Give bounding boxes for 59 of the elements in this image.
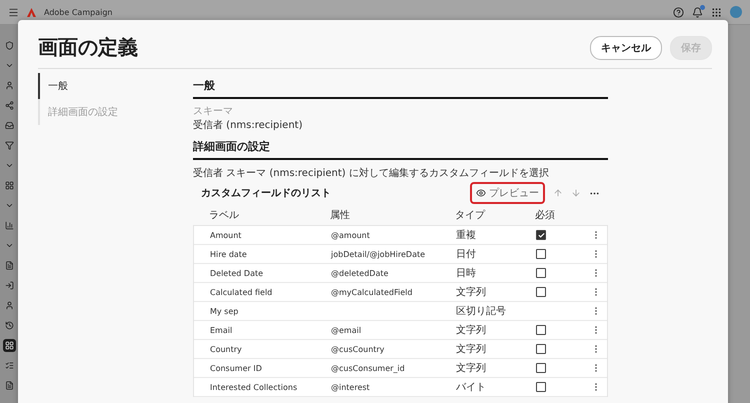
field-label: スキーマ — [193, 105, 234, 118]
checkbox[interactable] — [536, 249, 546, 259]
table-cell-text: @amount — [331, 230, 371, 240]
checkbox[interactable] — [536, 287, 546, 297]
table-cell-text: 文字列 — [456, 324, 487, 337]
table-cell-text: Consumer ID — [210, 364, 263, 372]
table-cell-text: My sep — [210, 306, 240, 316]
table-cell-text: @myCalculatedField — [331, 288, 414, 296]
checkbox[interactable] — [536, 363, 546, 373]
logo-icon — [27, 8, 36, 16]
list-title: カスタムフィールドのリスト — [201, 187, 332, 200]
checkbox[interactable] — [536, 230, 546, 240]
column-header: 属性 — [330, 208, 351, 222]
dialog-title: 画面の定義 — [38, 34, 139, 61]
table-cell-text: Hire date — [210, 250, 248, 258]
table-cell-text: 文字列 — [456, 286, 487, 299]
grid-icon[interactable] — [2, 339, 16, 352]
column-header: ラベル — [209, 209, 240, 222]
table-cell-text: 重複 — [456, 228, 477, 242]
section-heading: 一般 — [193, 73, 608, 99]
table-cell-text: Calculated field — [210, 288, 274, 296]
table-cell-text: 区切り記号 — [456, 304, 507, 318]
table-cell-text: @email — [331, 326, 362, 334]
product-name: Adobe Campaign — [44, 8, 112, 16]
column-header: 必須 — [535, 208, 556, 222]
table-cell-text: @cusConsumer_id — [331, 364, 406, 372]
nav-item[interactable]: 一般 — [38, 73, 193, 99]
table-cell-text: バイト — [456, 381, 487, 394]
help-icon[interactable] — [673, 6, 684, 18]
table-cell-text: @deletedDate — [331, 268, 390, 278]
table-cell-text: Interested Collections — [210, 382, 298, 392]
field-value: 受信者 (nms:recipient) — [193, 118, 304, 132]
filter-icon[interactable] — [2, 139, 16, 152]
cancel-button[interactable]: キャンセル — [590, 36, 662, 60]
checkbox[interactable] — [536, 344, 546, 354]
table-cell-text: @cusCountry — [331, 344, 386, 354]
table-cell-text: 文字列 — [456, 362, 487, 375]
preview-button[interactable]: プレビュー — [470, 182, 545, 204]
checkbox[interactable] — [536, 325, 546, 335]
table-cell-text: 日時 — [456, 266, 477, 280]
menu-icon[interactable] — [8, 6, 19, 18]
table-cell-text: 日付 — [456, 248, 477, 261]
apps-icon[interactable] — [711, 6, 722, 18]
column-header: タイプ — [455, 208, 486, 222]
table-cell-text: Deleted Date — [210, 268, 264, 278]
table-cell-text: 文字列 — [456, 342, 487, 356]
inbox-icon[interactable] — [2, 119, 16, 132]
section-heading: 詳細画面の設定 — [193, 134, 608, 160]
table-cell-text: jobDetail/@jobHireDate — [331, 250, 426, 258]
eye-icon — [476, 188, 486, 198]
notifications-icon[interactable] — [692, 6, 703, 18]
table-cell-text: Amount — [210, 230, 242, 240]
checkbox[interactable] — [536, 268, 546, 278]
table-cell-text: Email — [210, 326, 234, 334]
description-text: 受信者 スキーマ (nms:recipient) に対して編集するカスタムフィールドを選択 — [193, 166, 550, 180]
table-cell-text: @interest — [331, 382, 371, 392]
table-cell-text: Country — [210, 344, 243, 354]
checkbox[interactable] — [536, 382, 546, 392]
nav-item[interactable]: 詳細画面の設定 — [38, 99, 193, 125]
